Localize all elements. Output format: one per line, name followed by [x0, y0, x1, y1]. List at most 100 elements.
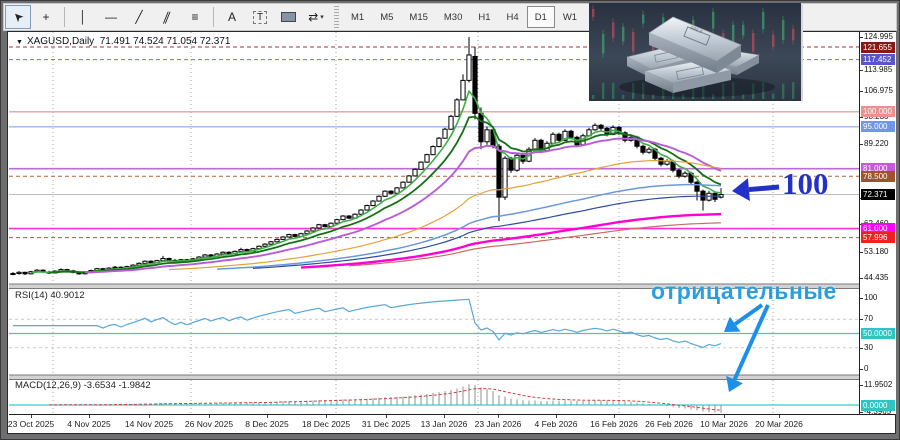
time-label: 26 Nov 2025: [185, 419, 233, 429]
fibonacci-icon: ≡: [191, 10, 198, 24]
scale-label: 30: [864, 343, 873, 352]
scale-label: 89.220: [864, 139, 888, 148]
time-tick: [669, 415, 670, 418]
vertical-line-tool[interactable]: │: [70, 5, 96, 29]
time-tick: [209, 415, 210, 418]
ohlc-values: 71.491 74.524 71.054 72.371: [100, 36, 231, 47]
horizontal-line-tool[interactable]: —: [98, 5, 124, 29]
timeframe-m1[interactable]: M1: [343, 6, 372, 28]
time-tick: [724, 415, 725, 418]
drawing-tools-group: ➤ + │ — ╱ ∥ ≡ A T ⇄▾: [4, 5, 330, 29]
time-label: 20 Mar 2026: [755, 419, 803, 429]
text-icon: A: [228, 10, 236, 24]
scale-tick: [860, 348, 863, 349]
scale-label: 113.985: [864, 65, 892, 74]
time-tick: [326, 415, 327, 418]
shapes-tool[interactable]: [275, 5, 301, 29]
trendline-icon: ╱: [135, 10, 142, 24]
scale-tick: [860, 385, 863, 386]
symbol-dropdown-icon[interactable]: ▼: [16, 39, 23, 46]
rsi-line: [13, 299, 721, 347]
scale-tick: [860, 144, 863, 145]
symbol-title[interactable]: ▼XAGUSD,Daily 71.491 74.524 71.054 72.37…: [16, 36, 230, 47]
arrows-icon: ⇄: [308, 10, 318, 24]
ema-130-line: [253, 196, 721, 268]
text-tool[interactable]: A: [219, 5, 245, 29]
time-tick: [149, 415, 150, 418]
annotation-negative-label: отрицательные: [651, 278, 837, 305]
time-label: 13 Jan 2026: [421, 419, 468, 429]
timeframe-m30[interactable]: M30: [436, 6, 470, 28]
price-badge: 95.000: [861, 121, 895, 132]
channel-tool[interactable]: ∥: [154, 5, 180, 29]
time-label: 31 Dec 2025: [362, 419, 410, 429]
timeframe-d1[interactable]: D1: [527, 6, 555, 28]
price-badge: 100.000: [861, 106, 895, 117]
trendline-tool[interactable]: ╱: [126, 5, 152, 29]
toolbar-separator: [64, 7, 65, 27]
time-label: 4 Nov 2025: [67, 419, 110, 429]
crosshair-tool[interactable]: +: [33, 5, 59, 29]
ema-200-line: [301, 214, 721, 268]
time-label: 23 Jan 2026: [475, 419, 522, 429]
silver-bars-image: 999.9: [589, 3, 803, 101]
arrows-tool[interactable]: ⇄▾: [303, 5, 329, 29]
scale-label: 70: [864, 314, 873, 323]
cursor-tool[interactable]: ➤: [5, 5, 31, 29]
time-label: 4 Feb 2026: [534, 419, 577, 429]
scale-label: 53.180: [864, 247, 888, 256]
time-tick: [779, 415, 780, 418]
time-tick: [444, 415, 445, 418]
scale-tick: [860, 91, 863, 92]
time-label: 8 Dec 2025: [245, 419, 288, 429]
time-tick: [386, 415, 387, 418]
label-tool[interactable]: T: [247, 5, 273, 29]
scale-tick: [860, 319, 863, 320]
crosshair-icon: +: [42, 10, 49, 24]
price-badge: 57.996: [861, 232, 895, 243]
scale-tick: [860, 298, 863, 299]
time-tick: [31, 415, 32, 418]
time-tick: [89, 415, 90, 418]
price-badge: 72.371: [861, 189, 895, 200]
price-scale: 124.995113.985106.97598.23089.22071.2106…: [859, 32, 896, 414]
time-label: 18 Dec 2025: [302, 419, 350, 429]
label-icon: T: [253, 11, 267, 24]
time-label: 10 Mar 2026: [700, 419, 748, 429]
chevron-down-icon[interactable]: ▾: [320, 13, 324, 21]
time-label: 26 Feb 2026: [645, 419, 693, 429]
scale-label: 11.9502: [864, 380, 892, 389]
timeframe-m15[interactable]: M15: [401, 6, 435, 28]
macd-indicator-label: MACD(12,26,9) -3.6534 -1.9842: [15, 380, 151, 391]
horizontal-line-icon: —: [105, 10, 117, 24]
time-tick: [614, 415, 615, 418]
scale-tick: [860, 70, 863, 71]
toolbar-grip: [334, 6, 339, 28]
annotation-100-label: 100: [782, 166, 829, 202]
price-badge: 121.655: [861, 42, 895, 53]
timeframe-m5[interactable]: M5: [372, 6, 401, 28]
ema-5-line: [31, 91, 721, 273]
cursor-icon: ➤: [9, 8, 26, 25]
timeframe-h4[interactable]: H4: [499, 6, 527, 28]
scale-label: 44.435: [864, 273, 888, 282]
timeframe-group: M1M5M15M30H1H4D1W1MN: [343, 6, 616, 28]
timeframe-h1[interactable]: H1: [470, 6, 498, 28]
fibonacci-tool[interactable]: ≡: [182, 5, 208, 29]
time-tick: [498, 415, 499, 418]
scale-tick: [860, 37, 863, 38]
time-label: 16 Feb 2026: [590, 419, 638, 429]
scale-label: 106.975: [864, 86, 893, 95]
time-tick: [267, 415, 268, 418]
scale-label: 100: [864, 293, 877, 302]
timeframe-w1[interactable]: W1: [555, 6, 585, 28]
scale-tick: [860, 278, 863, 279]
vertical-line-icon: │: [79, 10, 87, 24]
scale-tick: [860, 369, 863, 370]
price-badge: 50.0000: [861, 328, 895, 339]
scale-tick: [860, 252, 863, 253]
price-badge: 78.500: [861, 171, 895, 182]
scale-label: 0: [864, 364, 868, 373]
rsi-indicator-label: RSI(14) 40.9012: [15, 290, 85, 301]
price-badge: 117.452: [861, 54, 895, 65]
